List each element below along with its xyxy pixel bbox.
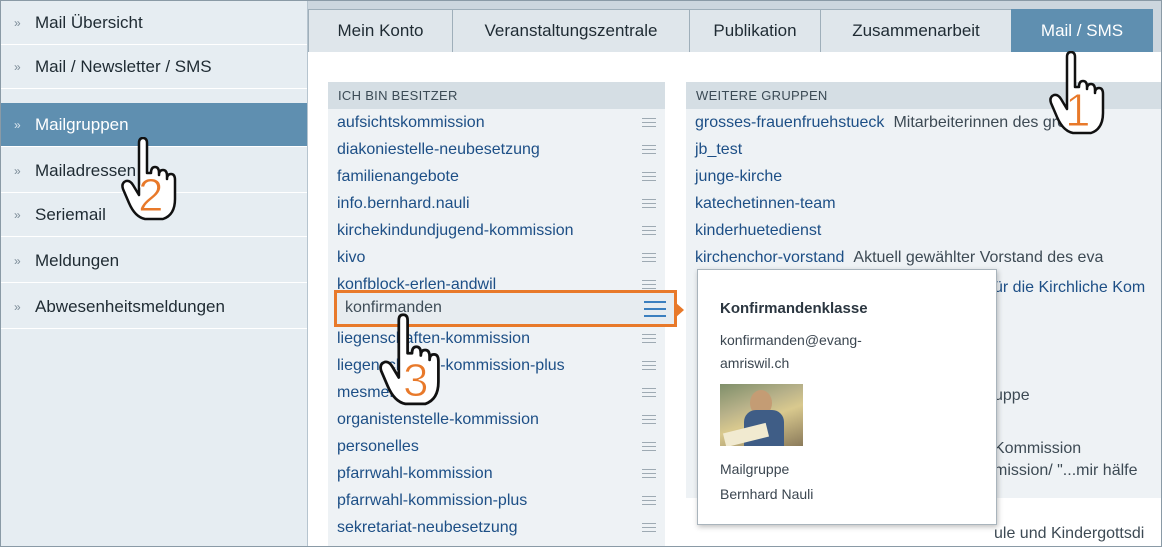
sidebar-item-label: Mail / Newsletter / SMS	[35, 56, 212, 76]
group-link[interactable]: kirchenchor-vorstand Aktuell gewählter Vo…	[695, 244, 1103, 271]
group-link[interactable]: liegenschaften-kommission-plus	[337, 352, 565, 379]
app-frame: » Mail Übersicht » Mail / Newsletter / S…	[0, 0, 1162, 547]
group-link[interactable]: junge-kirche	[695, 163, 782, 190]
hamburger-menu-icon[interactable]	[642, 433, 656, 460]
popup-email-cont: amriswil.ch	[720, 355, 790, 371]
group-name: katechetinnen-team	[695, 194, 836, 212]
group-link[interactable]: jb_test	[695, 136, 742, 163]
panel-heading: ICH BIN BESITZER	[328, 82, 665, 109]
partial-text: ule und Kindergottsdi	[994, 524, 1145, 542]
sidebar-item-abwesenheitsmeldungen[interactable]: » Abwesenheitsmeldungen	[1, 285, 307, 329]
group-name: liegenschaften-kommission-plus	[337, 356, 565, 374]
group-name: jb_test	[695, 140, 743, 158]
step-number-2: 2	[138, 169, 165, 222]
step-number-1: 1	[1065, 84, 1092, 137]
sidebar-item-label: Seriemail	[35, 204, 106, 224]
partial-text: uppe	[994, 386, 1030, 404]
group-description: Aktuell gewählter Vorstand des eva	[853, 248, 1104, 266]
group-link[interactable]: grosses-frauenfruehstueck Mitarbeiterinne…	[695, 109, 1100, 136]
group-name: junge-kirche	[695, 167, 783, 185]
hamburger-menu-icon[interactable]	[642, 325, 656, 352]
popup-type: Mailgruppe	[720, 461, 790, 477]
sidebar-item-label: Mail Übersicht	[35, 12, 143, 32]
group-name: info.bernhard.nauli	[337, 194, 470, 212]
group-link[interactable]: aufsichtskommission	[337, 109, 485, 136]
hamburger-menu-icon[interactable]	[642, 109, 656, 136]
group-name: sekretariat-neubesetzung	[337, 518, 518, 536]
group-name: kirchenchor-vorstand	[695, 248, 845, 266]
popup-title: Konfirmandenklasse	[720, 300, 868, 317]
hamburger-menu-icon[interactable]	[642, 379, 656, 406]
tab-publikation[interactable]: Publikation	[689, 9, 821, 52]
chevron-right-icon: »	[14, 15, 21, 30]
hamburger-menu-icon[interactable]	[642, 163, 656, 190]
sidebar-item-mail-newsletter-sms[interactable]: » Mail / Newsletter / SMS	[1, 45, 307, 89]
group-name: kirchekindundjugend-kommission	[337, 221, 574, 239]
group-name: personelles	[337, 437, 419, 455]
chevron-right-icon: »	[14, 163, 21, 178]
popup-email: konfirmanden@evang-	[720, 332, 862, 348]
sidebar-item-label: Meldungen	[35, 250, 120, 270]
group-name: grosses-frauenfruehstueck	[695, 113, 885, 131]
group-link[interactable]: diakoniestelle-neubesetzung	[337, 136, 540, 163]
group-name: pfarrwahl-kommission-plus	[337, 491, 528, 509]
group-link[interactable]: kivo	[337, 244, 365, 271]
sidebar: » Mail Übersicht » Mail / Newsletter / S…	[1, 1, 308, 546]
chevron-right-icon: »	[14, 299, 21, 314]
hamburger-menu-icon[interactable]	[644, 301, 666, 317]
group-link[interactable]: sekretariat-neubesetzung	[337, 514, 518, 541]
group-name: aufsichtskommission	[337, 113, 485, 131]
chevron-right-icon: »	[14, 207, 21, 222]
callout-arrow	[675, 302, 684, 318]
top-tab-bar: Mein Konto Veranstaltungszentrale Publik…	[308, 1, 1161, 52]
hamburger-menu-icon[interactable]	[642, 352, 656, 379]
hamburger-menu-icon[interactable]	[642, 487, 656, 514]
group-link[interactable]: familienangebote	[337, 163, 459, 190]
partial-text: mission/ "...mir hälfe	[994, 461, 1138, 479]
group-info-popup: Konfirmandenklasse konfirmanden@evang- a…	[697, 269, 997, 525]
group-link[interactable]: kirchekindundjugend-kommission	[337, 217, 574, 244]
tab-mail-sms[interactable]: Mail / SMS	[1011, 9, 1153, 52]
chevron-right-icon: »	[14, 253, 21, 268]
group-link[interactable]: kinderhuetedienst	[695, 217, 821, 244]
partial-text: ür die Kirchliche Kom	[994, 278, 1146, 296]
group-name: kivo	[337, 248, 366, 266]
group-link[interactable]: organistenstelle-kommission	[337, 406, 539, 433]
chevron-right-icon: »	[14, 59, 21, 74]
chevron-right-icon: »	[14, 117, 21, 132]
group-link[interactable]: pfarrwahl-kommission-plus	[337, 487, 527, 514]
sidebar-item-label: Mailgruppen	[35, 114, 129, 134]
sidebar-item-mail-uebersicht[interactable]: » Mail Übersicht	[1, 1, 307, 45]
group-link[interactable]: katechetinnen-team	[695, 190, 836, 217]
tab-mein-konto[interactable]: Mein Konto	[308, 9, 453, 52]
group-link[interactable]: pfarrwahl-kommission	[337, 460, 493, 487]
hamburger-menu-icon[interactable]	[642, 244, 656, 271]
hamburger-menu-icon[interactable]	[642, 217, 656, 244]
step-number-3: 3	[403, 354, 430, 407]
hamburger-menu-icon[interactable]	[642, 514, 656, 541]
sidebar-item-label: Abwesenheitsmeldungen	[35, 296, 225, 316]
hamburger-menu-icon[interactable]	[642, 190, 656, 217]
group-name: organistenstelle-kommission	[337, 410, 539, 428]
group-name: familienangebote	[337, 167, 459, 185]
group-photo	[720, 384, 803, 446]
tab-veranstaltungszentrale[interactable]: Veranstaltungszentrale	[452, 9, 690, 52]
group-name: pfarrwahl-kommission	[337, 464, 493, 482]
hamburger-menu-icon[interactable]	[642, 460, 656, 487]
group-link[interactable]: info.bernhard.nauli	[337, 190, 470, 217]
sidebar-item-meldungen[interactable]: » Meldungen	[1, 239, 307, 283]
group-name: diakoniestelle-neubesetzung	[337, 140, 540, 158]
hamburger-menu-icon[interactable]	[642, 406, 656, 433]
popup-owner: Bernhard Nauli	[720, 486, 814, 502]
hamburger-menu-icon[interactable]	[642, 136, 656, 163]
group-name: kinderhuetedienst	[695, 221, 822, 239]
tab-zusammenarbeit[interactable]: Zusammenarbeit	[820, 9, 1012, 52]
group-link[interactable]: personelles	[337, 433, 419, 460]
